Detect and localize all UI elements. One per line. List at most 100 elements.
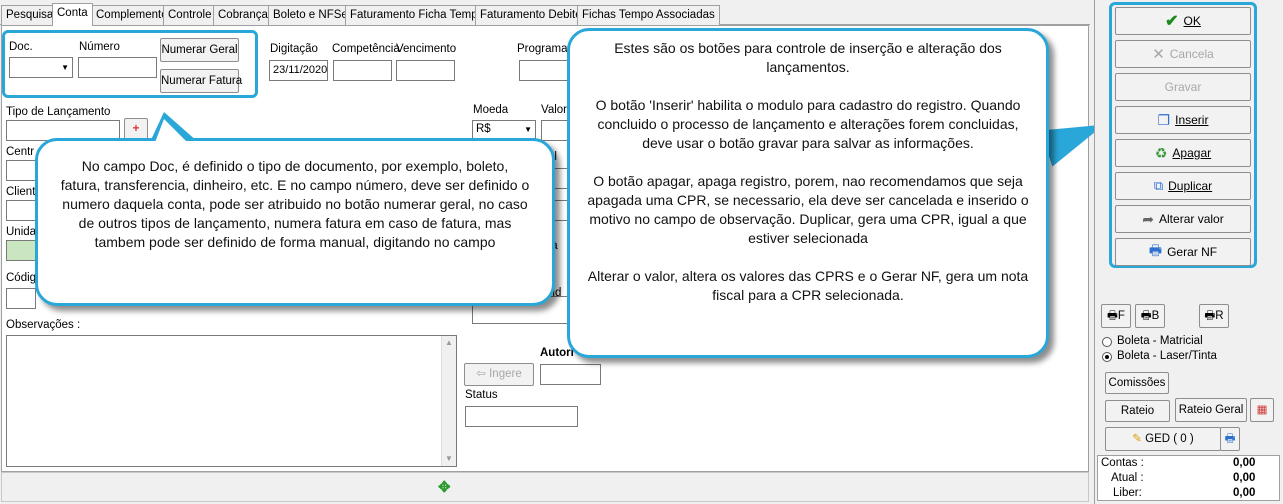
tipo-lancamento-label: Tipo de Lançamento — [6, 106, 111, 118]
resize-icon[interactable]: ✥ — [438, 478, 451, 496]
ingere-button[interactable]: ⇦ Ingere — [464, 363, 534, 386]
print-r-button[interactable]: 🖶R — [1199, 304, 1229, 328]
cliente-input[interactable] — [6, 200, 36, 221]
valor-label: Valor — [541, 104, 567, 116]
tab-fichas-tempo-associadas[interactable]: Fichas Tempo Associadas — [577, 5, 720, 25]
ged-label: GED ( 0 ) — [1145, 433, 1194, 445]
ok-label: OK — [1183, 14, 1201, 28]
ged-button[interactable]: ✎ GED ( 0 ) — [1105, 427, 1221, 451]
alterar-valor-button[interactable]: ➦ Alterar valor — [1115, 205, 1251, 233]
gerar-nf-button[interactable]: 🖶 Gerar NF — [1115, 238, 1251, 266]
printer-icon: 🖶 — [1204, 310, 1216, 322]
cancela-button[interactable]: ✕ Cancela — [1115, 40, 1251, 68]
print-f-button[interactable]: 🖶F — [1101, 304, 1131, 328]
tab-controle[interactable]: Controle — [163, 5, 217, 25]
autori-label: Autori — [540, 347, 574, 359]
print-r-label: R — [1215, 310, 1224, 322]
cancela-label: Cancela — [1169, 47, 1214, 61]
cancel-icon: ✕ — [1152, 46, 1165, 63]
centro-input[interactable] — [6, 160, 36, 181]
boleta-matricial-radio[interactable] — [1102, 337, 1112, 347]
liber-label: Liber: — [1113, 487, 1142, 499]
vencimento-input[interactable] — [396, 60, 455, 81]
apagar-button[interactable]: ♻ Apagar — [1115, 139, 1251, 167]
printer-icon: 🖶 — [1148, 242, 1163, 258]
apagar-label: Apagar — [1172, 146, 1212, 160]
callout-buttons-p4: Alterar o valor, altera os valores das C… — [587, 268, 1029, 303]
status-input[interactable] — [465, 406, 578, 427]
tab-faturamento-ficha-tempo[interactable]: Faturamento Ficha Tempo — [345, 5, 490, 25]
programacao-label: Programaç — [517, 43, 574, 55]
competencia-label: Competência — [332, 43, 400, 55]
rateio-button[interactable]: Rateio — [1105, 400, 1170, 422]
tab-boleto-nfse[interactable]: Boleto e NFSe — [268, 5, 353, 25]
callout-doc: No campo Doc, é definido o tipo de docum… — [35, 138, 555, 306]
unidade-label: Unida — [6, 226, 37, 238]
duplicate-icon: ⧉ — [1153, 178, 1164, 193]
cliente-label: Client — [6, 186, 36, 198]
atual-label: Atual : — [1111, 472, 1144, 484]
vencimento-label: Vencimento — [396, 43, 457, 55]
gravar-button[interactable]: Gravar — [1115, 73, 1251, 101]
centro-label: Centr — [6, 146, 35, 158]
inserir-button[interactable]: ❐ Inserir — [1115, 106, 1251, 134]
add-icon[interactable]: + — [124, 118, 148, 140]
moeda-label: Moeda — [473, 104, 509, 116]
tab-complemento[interactable]: Complemento — [91, 5, 173, 25]
boleta-laser-label: Boleta - Laser/Tinta — [1117, 350, 1217, 362]
duplicar-label: Duplicar — [1168, 179, 1213, 193]
scroll-down-icon[interactable]: ▼ — [442, 452, 456, 466]
printer-icon[interactable]: 🖶 — [1220, 427, 1240, 451]
tab-conta[interactable]: Conta — [52, 3, 93, 26]
gerar-nf-label: Gerar NF — [1167, 245, 1218, 259]
grid-icon[interactable]: ▦ — [1250, 398, 1274, 422]
insert-icon: ❐ — [1157, 111, 1171, 128]
printer-icon: 🖶 — [1107, 310, 1118, 322]
print-f-label: F — [1117, 310, 1125, 322]
digitacao-input[interactable]: 23/11/2020 — [269, 60, 328, 81]
bottom-bar — [1, 472, 1089, 502]
alterar-valor-label: Alterar valor — [1159, 212, 1224, 226]
print-b-label: B — [1151, 310, 1160, 322]
autori-input[interactable] — [540, 364, 601, 385]
tab-faturamento-debite[interactable]: Faturamento Debite — [475, 5, 587, 25]
check-icon: ✔ — [1165, 13, 1179, 30]
tab-bar: Pesquisa Conta Complemento Controle Cobr… — [0, 3, 1090, 26]
competencia-input[interactable] — [333, 60, 392, 81]
contas-value: 0,00 — [1233, 457, 1256, 469]
status-label: Status — [465, 389, 498, 401]
ok-button[interactable]: ✔ OK — [1115, 7, 1251, 35]
moeda-value: R$ — [476, 123, 491, 135]
doc-highlight-box — [2, 30, 258, 98]
boleta-laser-radio[interactable] — [1102, 352, 1112, 362]
programacao-input[interactable] — [519, 60, 569, 81]
observacoes-label: Observações : — [6, 319, 81, 331]
moeda-select[interactable]: R$ ▼ — [472, 120, 536, 139]
rateio-geral-button[interactable]: Rateio Geral — [1175, 398, 1247, 422]
codigo-label: Códig — [6, 272, 37, 284]
gravar-label: Gravar — [1164, 80, 1202, 94]
printer-icon: 🖶 — [1140, 310, 1152, 322]
callout-buttons-p3: O botão apagar, apaga registro, porem, n… — [587, 173, 1029, 246]
comissoes-button[interactable]: Comissões — [1105, 372, 1169, 394]
observacoes-textarea[interactable]: ▲ ▼ — [6, 335, 457, 467]
unidade-input[interactable] — [6, 240, 36, 261]
share-arrow-icon: ➦ — [1142, 210, 1155, 227]
callout-pointer-left-inner — [154, 119, 190, 145]
arrow-left-icon: ⇦ — [476, 368, 490, 380]
duplicar-button[interactable]: ⧉ Duplicar — [1115, 172, 1251, 200]
atual-value: 0,00 — [1233, 472, 1256, 484]
print-b-button[interactable]: 🖶B — [1135, 304, 1165, 328]
tab-cobranca[interactable]: Cobrança — [213, 5, 273, 25]
chevron-down-icon: ▼ — [524, 125, 532, 134]
callout-buttons: Estes são os botões para controle de ins… — [567, 28, 1049, 358]
inserir-label: Inserir — [1175, 113, 1209, 127]
ingere-label: Ingere — [489, 368, 522, 380]
tab-pesquisa[interactable]: Pesquisa — [1, 5, 59, 25]
scroll-up-icon[interactable]: ▲ — [442, 336, 456, 350]
callout-buttons-p1: Estes são os botões para controle de ins… — [614, 40, 1002, 75]
pencil-icon: ✎ — [1132, 433, 1142, 445]
codigo-input[interactable] — [6, 288, 36, 309]
scrollbar[interactable]: ▲ ▼ — [441, 336, 456, 466]
digitacao-label: Digitação — [270, 43, 318, 55]
